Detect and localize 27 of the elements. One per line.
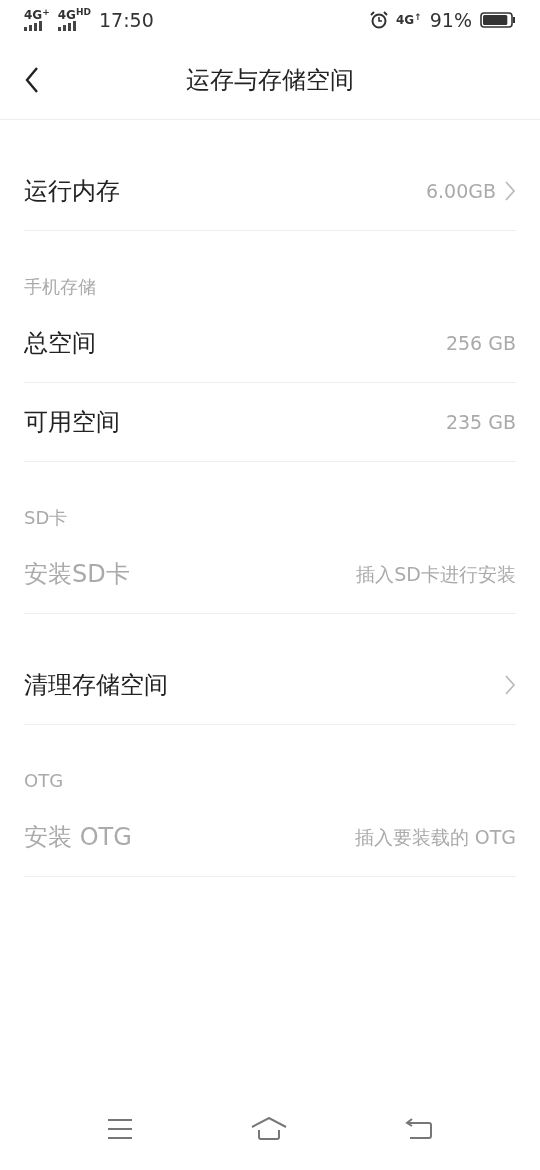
signal-icon	[57, 21, 78, 31]
alarm-icon	[370, 11, 388, 29]
battery-percent: 91%	[429, 7, 472, 33]
page-title: 运存与存储空间	[186, 64, 354, 96]
home-icon[interactable]	[251, 1117, 287, 1141]
setting-value: 插入SD卡进行安装	[356, 561, 516, 587]
setting-label[interactable]: 总空间	[24, 325, 96, 361]
section-heading: SD卡	[24, 506, 68, 530]
setting-value: 256 GB	[445, 330, 516, 356]
section-heading: 手机存储	[24, 275, 96, 299]
setting-label: 安装SD卡	[24, 559, 130, 590]
setting-label[interactable]: 可用空间	[24, 404, 120, 440]
back-icon[interactable]	[24, 66, 40, 94]
setting-label[interactable]: 运行内存	[24, 173, 120, 209]
setting-label: 安装 OTG	[24, 822, 132, 853]
setting-value: 235 GB	[445, 409, 516, 435]
setting-label[interactable]: 清理存储空间	[24, 667, 168, 703]
section-heading: OTG	[24, 769, 64, 793]
setting-value: 6.00GB	[425, 178, 496, 204]
clock-time: 17:50	[98, 7, 154, 33]
battery-icon	[480, 12, 516, 28]
network-label: 4G$^{↑}$	[396, 14, 422, 26]
setting-value: 插入要装载的 OTG	[354, 824, 516, 850]
network-label: 4G$^{HD}$	[57, 9, 91, 21]
signal-icon	[24, 21, 44, 31]
menu-icon[interactable]	[107, 1118, 133, 1140]
network-label: 4G$^{+}$	[24, 9, 50, 21]
